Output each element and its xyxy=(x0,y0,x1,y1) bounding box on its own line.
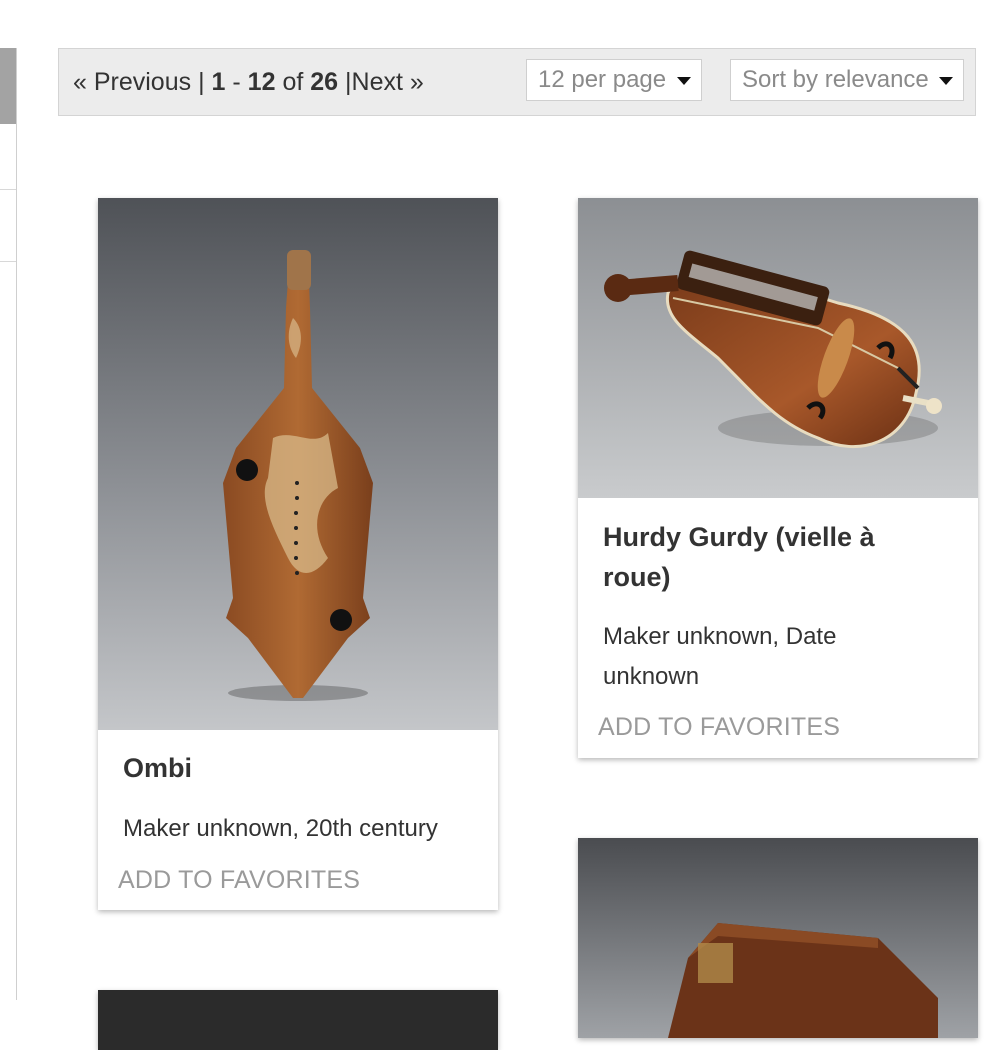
of-label: of xyxy=(282,68,304,96)
per-page-select[interactable]: 12 per page xyxy=(526,59,702,101)
range-dash: - xyxy=(232,68,241,96)
sort-select[interactable]: Sort by relevance xyxy=(730,59,964,101)
per-page-value: 12 per page xyxy=(538,66,667,93)
add-to-favorites-link[interactable]: ADD TO FAVORITES xyxy=(118,866,360,895)
caret-down-icon xyxy=(939,77,953,85)
pagination-separator: | xyxy=(198,68,205,96)
pagination-bar: « Previous | 1 - 12 of 26 |Next » 12 per… xyxy=(58,48,976,116)
result-meta: Maker unknown, Date unknown xyxy=(603,623,837,690)
sidebar-divider xyxy=(0,189,17,190)
result-image[interactable] xyxy=(98,990,498,1050)
caret-down-icon xyxy=(677,77,691,85)
sort-value: Sort by relevance xyxy=(742,66,929,93)
result-card[interactable] xyxy=(98,990,498,1050)
sidebar-divider xyxy=(0,261,17,262)
sidebar-border xyxy=(16,48,17,1000)
range-start: 1 xyxy=(211,68,226,96)
range-end: 12 xyxy=(247,68,276,96)
result-card[interactable]: Ombi Maker unknown, 20th century ADD TO … xyxy=(98,198,498,910)
add-to-favorites-link[interactable]: ADD TO FAVORITES xyxy=(598,713,840,742)
result-title[interactable]: Ombi xyxy=(123,748,192,788)
next-page-link[interactable]: Next » xyxy=(352,68,424,96)
result-meta: Maker unknown, 20th century xyxy=(123,815,438,842)
result-image[interactable] xyxy=(578,198,978,498)
total-results: 26 xyxy=(310,68,339,96)
result-title[interactable]: Hurdy Gurdy (vielle à roue) xyxy=(603,517,933,597)
sidebar-active-tab[interactable] xyxy=(0,48,17,124)
sidebar-edge xyxy=(0,0,18,1000)
result-card[interactable]: Hurdy Gurdy (vielle à roue) Maker unknow… xyxy=(578,198,978,758)
previous-page-link[interactable]: « Previous xyxy=(73,68,191,96)
result-card[interactable] xyxy=(578,838,978,1038)
pagination-text: « Previous | 1 - 12 of 26 |Next » xyxy=(73,67,424,97)
result-image[interactable] xyxy=(578,838,978,1038)
result-image[interactable] xyxy=(98,198,498,730)
